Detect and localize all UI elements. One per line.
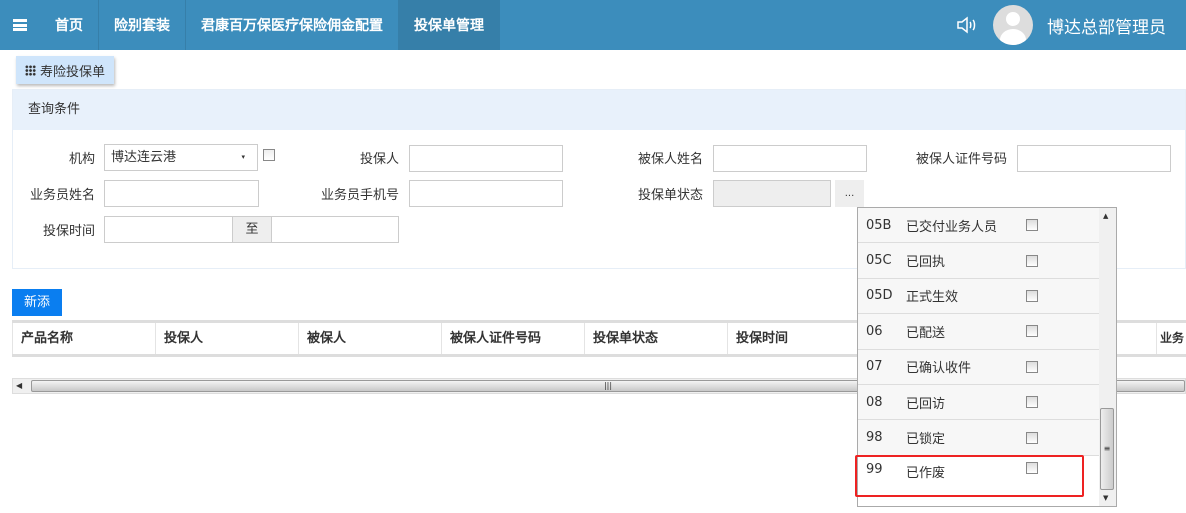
nav-commission-config[interactable]: 君康百万保医疗保险佣金配置 <box>186 0 399 50</box>
status-code: 07 <box>866 359 883 375</box>
insured-id-label: 被保人证件号码 <box>915 152 1007 167</box>
status-code: 98 <box>866 430 883 446</box>
status-name: 已回执 <box>906 255 946 271</box>
time-start-input[interactable] <box>104 216 233 243</box>
org-value: 博达连云港 <box>111 150 177 165</box>
status-name: 已锁定 <box>906 432 946 448</box>
add-button[interactable]: 新添 <box>12 289 62 316</box>
col-status[interactable]: 投保单状态 <box>584 323 727 354</box>
col-product[interactable]: 产品名称 <box>12 323 155 354</box>
status-option[interactable]: 07 已确认收件 <box>858 349 1099 385</box>
scroll-up-icon[interactable]: ▲ <box>1103 212 1108 220</box>
time-end-input[interactable] <box>271 216 399 243</box>
status-option[interactable]: 05B 已交付业务人员 <box>858 208 1099 244</box>
col-agent[interactable]: 业务 <box>1156 323 1186 354</box>
highlight-box <box>855 455 1084 497</box>
agent-name-input[interactable] <box>104 180 259 207</box>
status-name: 已确认收件 <box>906 361 972 377</box>
org-include-sub-checkbox[interactable] <box>263 149 275 161</box>
dropdown-scroll-thumb[interactable]: ≡ <box>1100 408 1114 490</box>
top-navbar: 首页 险别套装 君康百万保医疗保险佣金配置 投保单管理 博达总部管理员 <box>0 0 1186 50</box>
tab-life-policy[interactable]: 寿险投保单 <box>16 56 115 84</box>
time-to-label: 至 <box>232 216 272 243</box>
speaker-icon[interactable] <box>955 13 979 37</box>
status-code: 06 <box>866 323 883 339</box>
nav-home[interactable]: 首页 <box>40 0 99 50</box>
org-select[interactable]: 博达连云港 ▾ <box>104 144 258 171</box>
status-option[interactable]: 06 已配送 <box>858 314 1099 350</box>
status-checkbox[interactable] <box>1026 219 1038 232</box>
status-option[interactable]: 08 已回访 <box>858 384 1099 421</box>
insured-name-input[interactable] <box>713 145 867 172</box>
status-code: 08 <box>866 394 883 410</box>
status-option[interactable]: 05C 已回执 <box>858 243 1099 279</box>
query-title: 查询条件 <box>13 90 1185 130</box>
col-insured[interactable]: 被保人 <box>298 323 441 354</box>
status-checkbox[interactable] <box>1026 254 1038 267</box>
scroll-left-icon[interactable]: ◀ <box>16 379 22 393</box>
insured-name-label: 被保人姓名 <box>637 152 703 167</box>
status-checkbox[interactable] <box>1026 289 1038 302</box>
nav-insurance-package[interactable]: 险别套装 <box>99 0 186 50</box>
agent-name-label: 业务员姓名 <box>29 188 95 203</box>
status-label: 投保单状态 <box>637 188 703 203</box>
status-option[interactable]: 98 已锁定 <box>858 420 1099 456</box>
avatar[interactable] <box>993 5 1033 45</box>
time-label: 投保时间 <box>42 224 95 239</box>
menu-toggle-icon[interactable] <box>0 0 40 50</box>
applicant-input[interactable] <box>409 145 563 172</box>
agent-phone-label: 业务员手机号 <box>320 188 399 203</box>
dropdown-arrow-icon: ▾ <box>241 153 245 161</box>
col-time[interactable]: 投保时间 <box>727 323 870 354</box>
status-name: 正式生效 <box>906 290 959 306</box>
status-checkbox[interactable] <box>1026 431 1038 444</box>
grid-icon <box>25 64 36 76</box>
status-code: 05D <box>866 288 893 304</box>
status-picker-button[interactable]: ... <box>835 180 864 207</box>
status-name: 已回访 <box>906 396 946 412</box>
applicant-label: 投保人 <box>359 152 399 167</box>
col-insured-id[interactable]: 被保人证件号码 <box>441 323 584 354</box>
agent-phone-input[interactable] <box>409 180 563 207</box>
scroll-down-icon[interactable]: ▼ <box>1103 494 1108 502</box>
status-checkbox[interactable] <box>1026 325 1038 338</box>
status-option[interactable]: 05D 正式生效 <box>858 278 1099 315</box>
col-applicant[interactable]: 投保人 <box>155 323 298 354</box>
nav-policy-management[interactable]: 投保单管理 <box>399 0 500 50</box>
org-label: 机构 <box>68 152 95 167</box>
status-name: 已配送 <box>906 325 946 341</box>
status-code: 05C <box>866 253 892 269</box>
status-checkbox[interactable] <box>1026 360 1038 373</box>
status-checkbox[interactable] <box>1026 396 1038 409</box>
dropdown-scrollbar[interactable]: ▲ ≡ ▼ <box>1099 208 1116 506</box>
status-name: 已交付业务人员 <box>906 219 998 235</box>
user-name[interactable]: 博达总部管理员 <box>1047 13 1166 38</box>
status-code: 05B <box>866 217 892 233</box>
insured-id-input[interactable] <box>1017 145 1171 172</box>
status-input[interactable] <box>713 180 831 207</box>
tab-label: 寿险投保单 <box>40 64 106 80</box>
